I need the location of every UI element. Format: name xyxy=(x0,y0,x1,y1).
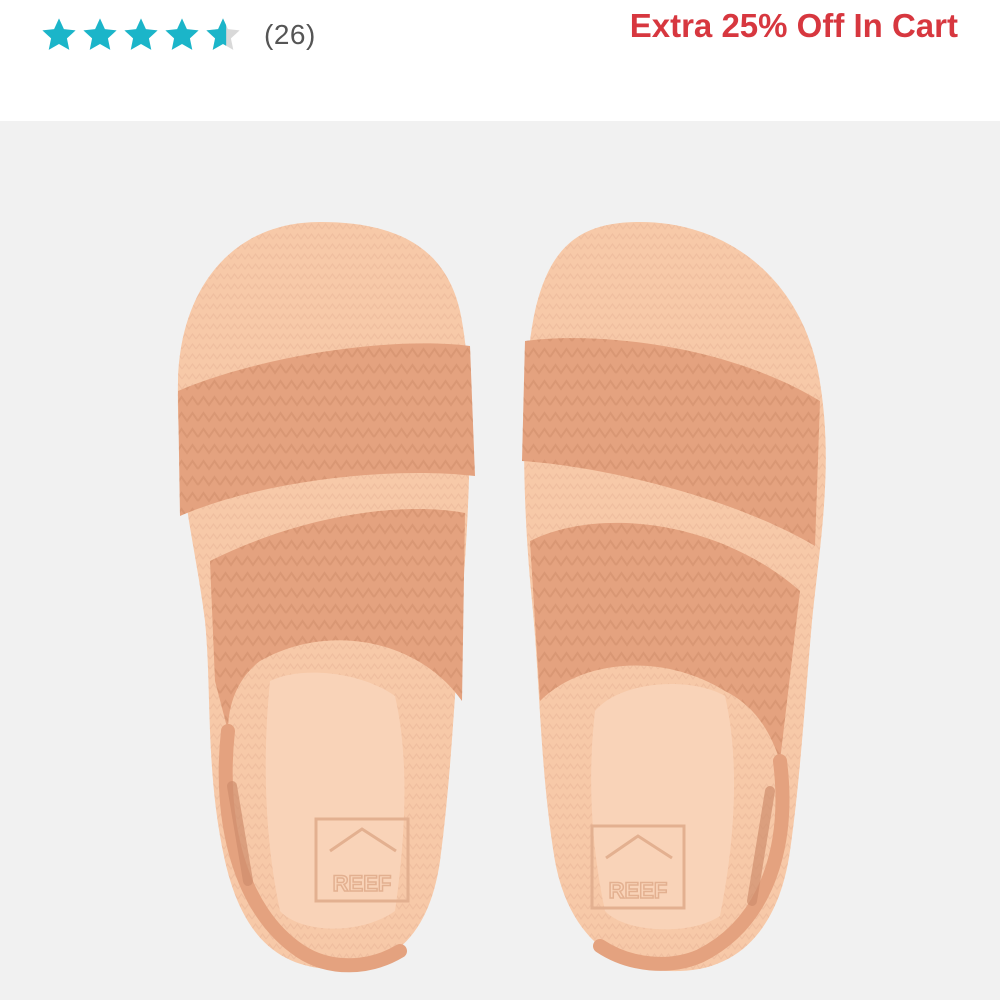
star-icon xyxy=(124,18,158,50)
promo-banner: Extra 25% Off In Cart xyxy=(629,7,958,44)
star-icon xyxy=(83,18,117,50)
partial-star-icon xyxy=(206,18,240,50)
sandals-image: REEF REEF xyxy=(177,222,826,973)
product-header: (26) Extra 25% Off In Cart xyxy=(0,0,1000,120)
svg-text:REEF: REEF xyxy=(333,871,392,896)
star-rating xyxy=(40,16,242,54)
star-icon xyxy=(165,18,199,50)
review-count[interactable]: (26) xyxy=(264,19,316,51)
product-image[interactable]: REEF REEF xyxy=(0,121,1000,1000)
left-sandal: REEF xyxy=(177,222,475,973)
star-icon xyxy=(42,18,76,50)
svg-text:REEF: REEF xyxy=(609,878,668,903)
rating-summary[interactable]: (26) xyxy=(40,12,316,58)
right-sandal: REEF xyxy=(522,222,826,972)
